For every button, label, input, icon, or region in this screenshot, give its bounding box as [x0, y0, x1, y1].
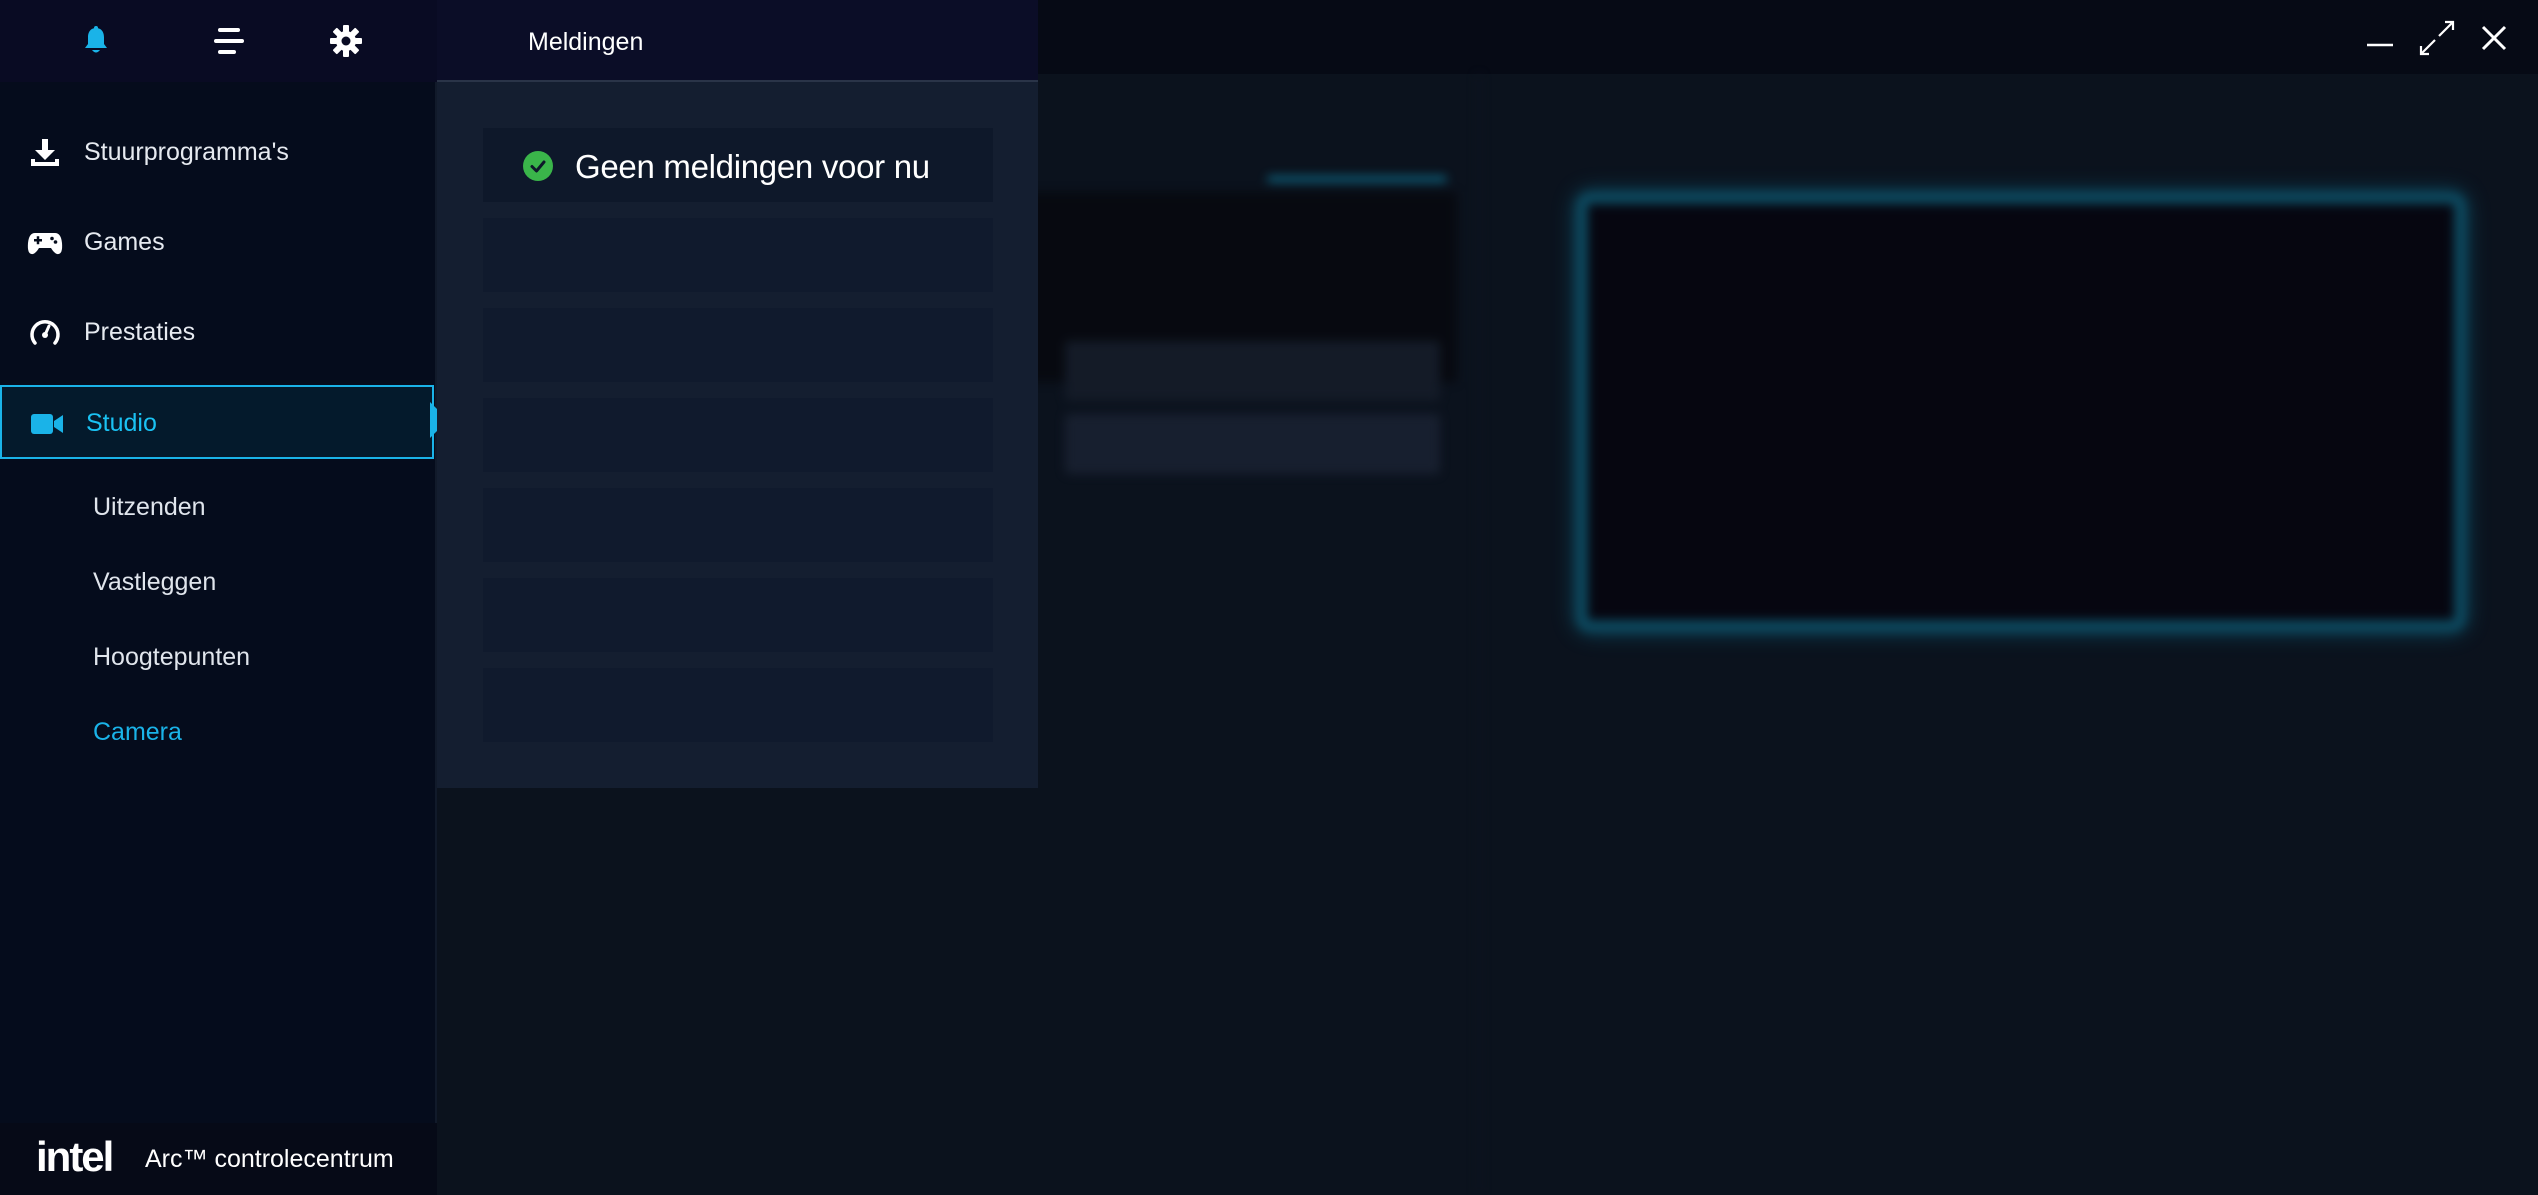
notification-placeholder-row — [483, 488, 993, 562]
camera-icon — [28, 406, 66, 442]
notification-placeholder-row — [483, 578, 993, 652]
sidebar-item-performance[interactable]: Prestaties — [0, 296, 437, 370]
notifications-title: Meldingen — [528, 28, 644, 56]
background-dropdown — [1065, 414, 1440, 474]
gauge-icon — [26, 315, 64, 351]
close-button[interactable] — [2474, 18, 2514, 58]
notifications-header: Meldingen — [437, 0, 1038, 82]
subnav-item-capture[interactable]: Vastleggen — [93, 568, 216, 597]
notification-placeholder-row — [483, 668, 993, 742]
bell-icon — [85, 26, 107, 53]
sidebar-item-games[interactable]: Games — [0, 206, 437, 280]
settings-button[interactable] — [321, 18, 371, 64]
sidebar-item-studio[interactable]: Studio — [0, 385, 434, 459]
sidebar-footer: intel Arc™ controlecentrum — [0, 1123, 437, 1195]
notifications-panel: Meldingen Geen meldingen voor nu — [437, 0, 1038, 788]
sidebar-item-label: Studio — [86, 409, 157, 437]
sidebar: Stuurprogramma's Games Prestaties Studio… — [0, 0, 448, 1195]
subnav-item-camera[interactable]: Camera — [93, 718, 182, 747]
empty-message: Geen meldingen voor nu — [575, 148, 930, 185]
menu-icon — [214, 28, 244, 54]
background-dropdown — [1065, 341, 1440, 401]
subnav-item-broadcast[interactable]: Uitzenden — [93, 493, 206, 522]
notification-placeholder-row — [483, 398, 993, 472]
maximize-icon — [2419, 20, 2455, 56]
arc-control-window: Stuurprogramma's Games Prestaties Studio… — [0, 0, 2538, 1195]
notification-placeholder-row — [483, 308, 993, 382]
sidebar-top-bar — [0, 0, 437, 82]
minimize-icon — [2367, 43, 2393, 47]
check-circle-icon — [523, 151, 553, 181]
app-title: Arc™ controlecentrum — [145, 1145, 394, 1173]
background-divider — [1477, 74, 1481, 1195]
close-icon — [2481, 25, 2507, 51]
gamepad-icon — [26, 225, 64, 261]
sidebar-item-label: Prestaties — [84, 318, 196, 346]
intel-logo: intel — [36, 1133, 114, 1180]
menu-button[interactable] — [204, 18, 254, 64]
sidebar-item-label: Games — [84, 228, 165, 256]
background-active-tab-indicator — [1267, 176, 1447, 182]
minimize-button[interactable] — [2360, 18, 2400, 58]
notification-empty-state: Geen meldingen voor nu — [483, 128, 993, 202]
subnav-item-highlights[interactable]: Hoogtepunten — [93, 643, 250, 672]
sidebar-item-drivers[interactable]: Stuurprogramma's — [0, 116, 437, 190]
notification-placeholder-row — [483, 218, 993, 292]
download-icon — [26, 135, 64, 171]
notifications-button[interactable] — [71, 18, 121, 64]
background-preview-frame — [1576, 192, 2466, 632]
maximize-button[interactable] — [2417, 18, 2457, 58]
sidebar-item-label: Stuurprogramma's — [84, 138, 289, 166]
gear-icon — [330, 25, 362, 57]
